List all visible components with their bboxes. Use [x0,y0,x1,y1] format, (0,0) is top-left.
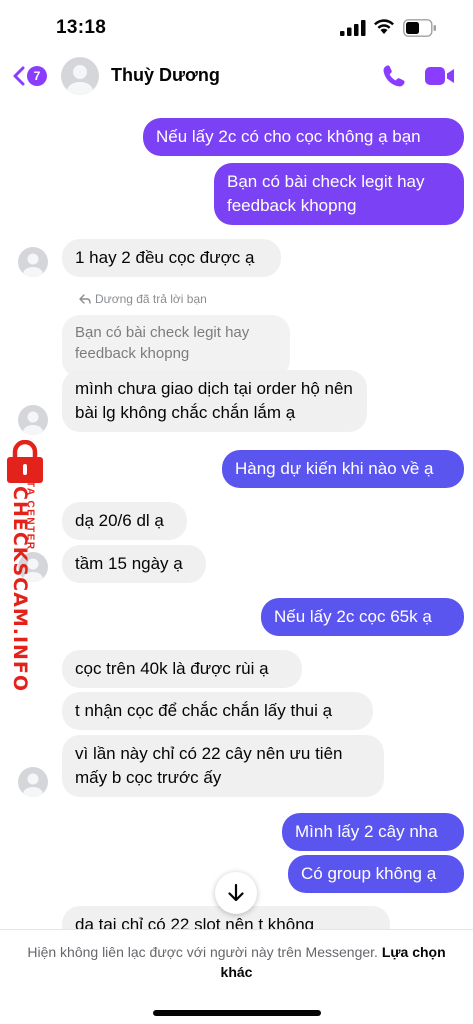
outgoing-message[interactable]: Bạn có bài check legit hay feedback khop… [214,163,464,225]
reply-note-text: Dương đã trả lời bạn [95,292,207,306]
video-call-icon[interactable] [424,65,456,87]
scroll-to-bottom-button[interactable] [215,872,257,914]
default-avatar-icon [23,773,43,797]
incoming-message[interactable]: mình chưa giao dịch tại order hộ nên bài… [62,370,367,432]
incoming-message[interactable]: dạ 20/6 dl ạ [62,502,187,540]
phone-call-icon[interactable] [381,63,407,89]
incoming-message[interactable]: 1 hay 2 đều cọc được ạ [62,239,281,277]
quoted-message[interactable]: Bạn có bài check legit hay feedback khop… [62,315,290,378]
checkscam-watermark: DATA CENTER CHECKSCAM.INFO [0,440,52,693]
outgoing-message[interactable]: Hàng dự kiến khi nào về ạ [222,450,464,488]
unread-count-badge: 7 [27,66,47,86]
cellular-signal-icon [340,20,366,36]
notice-text: Hiện không liên lạc được với người này t… [20,942,453,982]
contact-avatar-small [18,405,48,435]
wifi-icon [374,19,394,34]
status-bar: 13:18 [0,0,473,50]
default-avatar-icon [23,253,43,277]
incoming-message[interactable]: cọc trên 40k là được rùi ạ [62,650,302,688]
outgoing-message[interactable]: Nếu lấy 2c có cho cọc không ạ bạn [143,118,464,156]
chevron-left-icon [13,66,25,86]
contact-avatar-small [18,767,48,797]
status-time: 13:18 [56,17,107,38]
reply-indicator: Dương đã trả lời bạn [79,292,207,306]
notice-message: Hiện không liên lạc được với người này t… [27,944,382,960]
outgoing-message[interactable]: Có group không ạ [288,855,464,893]
default-avatar-icon [23,411,43,435]
outgoing-message[interactable]: Nếu lấy 2c cọc 65k ạ [261,598,464,636]
arrow-down-icon [228,883,244,902]
back-button[interactable]: 7 [12,62,47,90]
incoming-message[interactable]: t nhận cọc để chắc chắn lấy thui ạ [62,692,373,730]
watermark-brand: CHECKSCAM.INFO [9,486,31,693]
incoming-message[interactable]: vì lần này chỉ có 22 cây nên ưu tiên mấy… [62,735,384,797]
outgoing-message[interactable]: Mình lấy 2 cây nha [282,813,464,851]
battery-icon [403,19,436,37]
default-avatar-icon [67,65,93,95]
unavailable-notice: Hiện không liên lạc được với người này t… [0,929,473,1024]
contact-avatar[interactable] [61,57,99,95]
home-indicator[interactable] [153,1010,321,1016]
contact-name[interactable]: Thuỳ Dương [111,65,220,86]
reply-arrow-icon [79,294,91,304]
chat-header: 7 Thuỳ Dương [0,50,473,102]
contact-avatar-small [18,247,48,277]
incoming-message[interactable]: tầm 15 ngày ạ [62,545,206,583]
